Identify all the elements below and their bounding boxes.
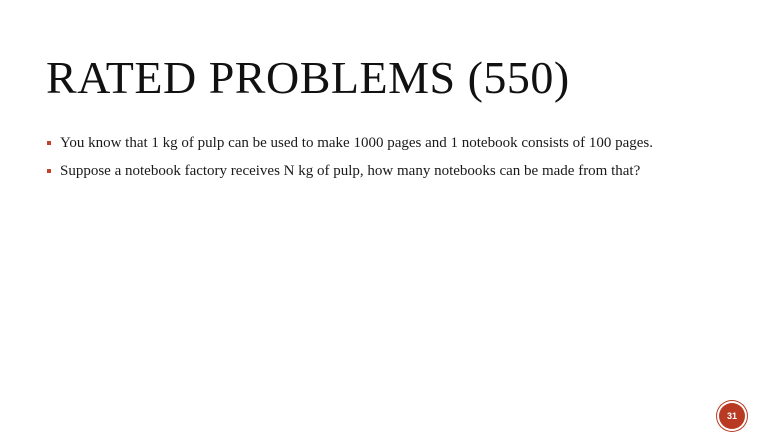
page-number: 31 [726,411,737,421]
bullet-item: You know that 1 kg of pulp can be used t… [46,134,686,152]
bullet-item: Suppose a notebook factory receives N kg… [46,162,686,180]
slide-title: RATED PROBLEMS (550) [46,52,570,103]
bullet-text: You know that 1 kg of pulp can be used t… [60,135,653,151]
bullet-list: You know that 1 kg of pulp can be used t… [46,134,686,190]
square-bullet-icon [47,141,51,145]
square-bullet-icon [47,169,51,173]
bullet-text: Suppose a notebook factory receives N kg… [60,163,641,179]
page-number-badge: 31 [719,403,745,429]
slide: RATED PROBLEMS (550) You know that 1 kg … [0,0,759,437]
